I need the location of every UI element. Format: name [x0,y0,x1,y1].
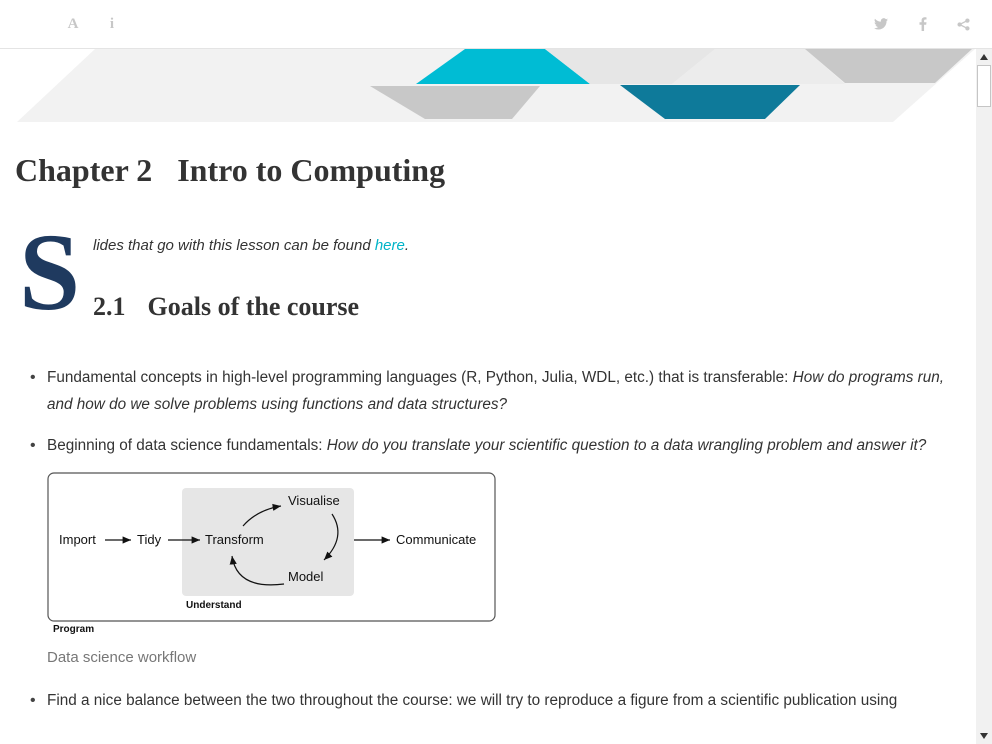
section-heading: 2.1 Goals of the course [93,292,359,322]
section-number: 2.1 [93,292,126,321]
chapter-title-text: Intro to Computing [177,152,446,188]
book-content: Chapter 2 Intro to Computing S lides that… [0,49,976,744]
font-glyph: A [67,15,79,32]
share-icon[interactable] [953,14,973,34]
slides-link[interactable]: here [375,237,405,254]
visualise-label: Visualise [288,493,340,508]
intro-paragraph: lides that go with this lesson can be fo… [93,237,409,254]
info-glyph: i [109,15,115,32]
drop-cap: S [19,211,81,333]
understand-label: Understand [186,600,242,611]
info-icon[interactable]: i [102,14,122,34]
section-title: Goals of the course [147,292,360,321]
program-label: Program [53,624,94,635]
goal-emphasis: How do you translate your scientific que… [326,437,927,454]
chapter-number: Chapter 2 [15,152,153,188]
data-science-workflow-diagram: Import Tidy Transform Visualise Model Co… [47,472,496,635]
scroll-down-arrow-icon[interactable] [976,728,992,744]
twitter-icon[interactable] [871,14,891,34]
scroll-up-arrow-icon[interactable] [976,49,992,65]
header-banner [17,49,975,122]
vertical-scrollbar[interactable] [976,49,992,744]
goal-text: Fundamental concepts in high-level progr… [47,369,793,386]
top-toolbar: A i [0,0,992,49]
facebook-icon[interactable] [913,14,933,34]
goal-text: Find a nice balance between the two thro… [47,692,898,709]
font-settings-icon[interactable]: A [63,14,83,34]
chapter-title: Chapter 2 Intro to Computing [15,152,445,189]
tidy-label: Tidy [137,532,162,547]
figure-caption: Data science workflow [47,649,197,666]
model-label: Model [288,569,324,584]
list-item: Find a nice balance between the two thro… [30,687,965,714]
intro-period: . [404,237,410,254]
scrollbar-thumb[interactable] [977,65,991,107]
communicate-label: Communicate [396,532,476,547]
goal-text: Beginning of data science fundamentals: [47,437,327,454]
import-label: Import [59,532,96,547]
list-item: Fundamental concepts in high-level progr… [30,364,965,418]
list-item: Beginning of data science fundamentals: … [30,432,965,671]
goals-list: Fundamental concepts in high-level progr… [30,364,965,714]
intro-text: lides that go with this lesson can be fo… [93,237,375,254]
transform-label: Transform [205,532,264,547]
